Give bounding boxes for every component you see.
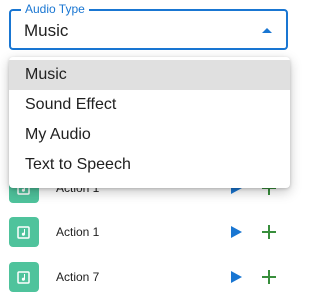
option-text-to-speech[interactable]: Text to Speech — [9, 150, 290, 180]
audio-type-dropdown: Music Sound Effect My Audio Text to Spee… — [9, 57, 290, 188]
audio-type-select[interactable]: Audio Type Music — [9, 2, 288, 50]
play-icon[interactable] — [229, 225, 243, 239]
plus-icon[interactable] — [260, 223, 278, 241]
plus-icon[interactable] — [260, 268, 278, 286]
music-note-icon — [9, 262, 39, 292]
option-my-audio[interactable]: My Audio — [9, 120, 290, 150]
option-sound-effect[interactable]: Sound Effect — [9, 90, 290, 120]
audio-type-label: Audio Type — [21, 2, 89, 16]
list-item[interactable]: Action 1 — [9, 217, 289, 247]
option-music[interactable]: Music — [9, 60, 290, 90]
list-item-label: Action 7 — [56, 270, 100, 284]
music-note-icon — [9, 217, 39, 247]
play-icon[interactable] — [229, 270, 243, 284]
caret-up-icon[interactable] — [262, 28, 272, 33]
list-item-label: Action 1 — [56, 225, 100, 239]
audio-type-value: Music — [24, 21, 69, 40]
list-item[interactable]: Action 7 — [9, 262, 289, 292]
